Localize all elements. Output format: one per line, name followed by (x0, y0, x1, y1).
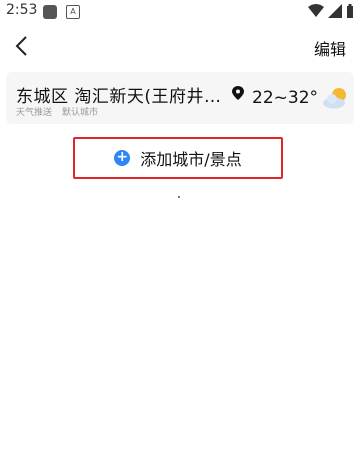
add-city-button[interactable]: + 添加城市/景点 (73, 137, 283, 179)
notification-icon (43, 5, 57, 19)
city-tags: 天气推送 默认城市 (16, 105, 98, 118)
notification-letter-icon: A (66, 5, 80, 19)
status-time: 2:53 (6, 2, 38, 18)
header: 编辑 (0, 24, 360, 68)
location-pin-icon (232, 86, 244, 100)
add-city-label: 添加城市/景点 (140, 150, 242, 169)
back-arrow-icon[interactable] (12, 34, 32, 58)
signal-icon (328, 4, 342, 18)
partly-cloudy-icon (323, 88, 346, 109)
plus-circle-icon: + (114, 150, 131, 166)
city-card[interactable]: 东城区 淘汇新天(王府井… 天气推送 默认城市 22~32° (6, 72, 354, 124)
wifi-icon (308, 4, 324, 17)
weather-push-tag: 天气推送 (16, 108, 53, 118)
battery-icon (347, 4, 353, 18)
city-name: 东城区 淘汇新天(王府井… (16, 87, 222, 107)
stray-dot (178, 196, 180, 198)
status-bar: 2:53 A (0, 0, 360, 24)
temperature-range: 22~32° (252, 88, 319, 108)
default-city-tag: 默认城市 (62, 108, 99, 118)
edit-button[interactable]: 编辑 (314, 36, 346, 60)
status-icons (308, 4, 354, 18)
